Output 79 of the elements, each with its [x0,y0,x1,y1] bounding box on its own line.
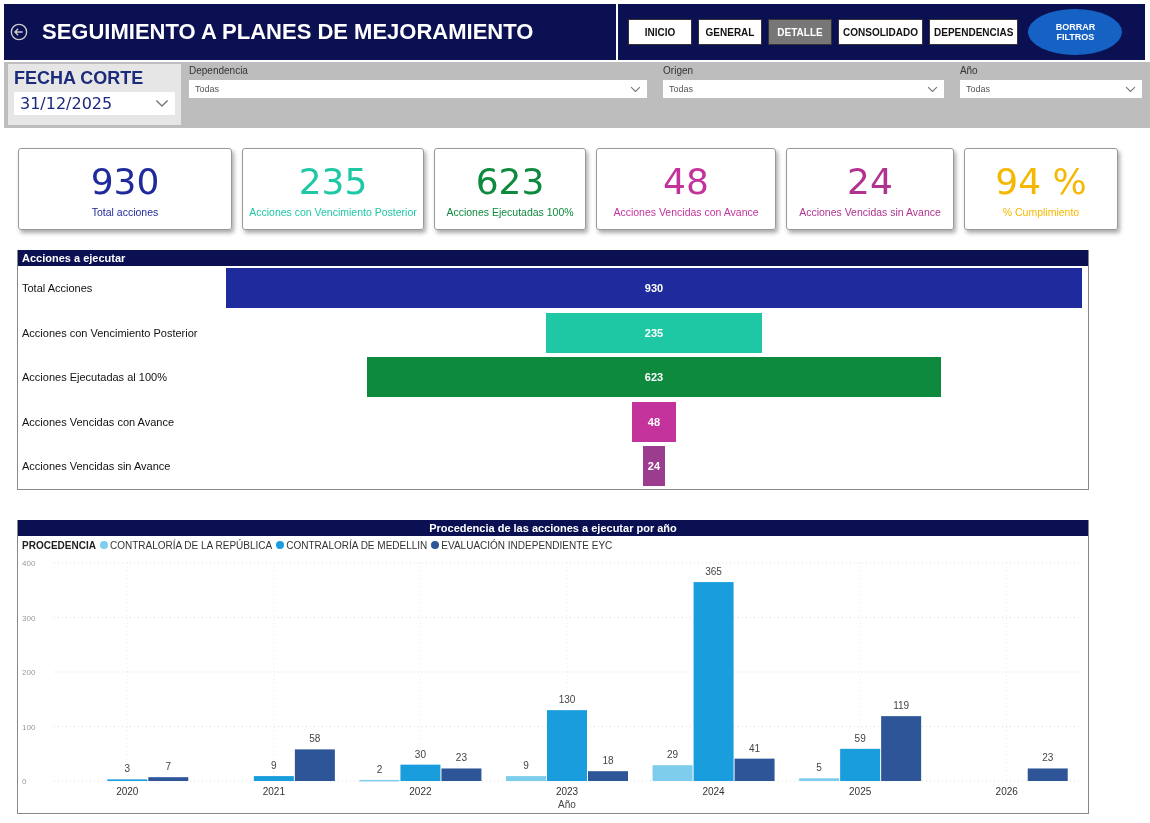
date-dropdown[interactable]: 31/12/2025 [14,92,175,115]
funnel-label: Total Acciones [21,282,94,295]
kpi-value: 930 [90,160,160,202]
clear-filters-button[interactable]: BORRAR FILTROS [1028,9,1123,55]
axis-title: Año [558,798,576,810]
axis-tick-label: 2025 [849,785,872,797]
axis-tick-label: 400 [22,558,36,568]
data-label: 18 [602,754,614,766]
kpi-label: Acciones Vencidas sin Avance [799,205,941,218]
axis-tick-label: 300 [22,613,36,622]
date-filter-label: FECHA CORTE [14,68,145,89]
funnel-label: Acciones con Vencimiento Posterior [21,326,199,339]
kpi-label: Acciones con Vencimiento Posterior [249,205,417,218]
data-label: 29 [667,748,679,760]
kpi-label: Acciones Vencidas con Avance [613,205,759,218]
filter-dropdown[interactable]: Todas [189,80,648,98]
kpi-label: % Cumplimiento [1002,205,1080,218]
filter-dropdown[interactable]: Todas [959,80,1142,98]
kpi-value: 94 % [995,160,1087,202]
axis-tick-label: 2020 [116,785,139,797]
data-label: 3 [124,762,131,774]
data-label: 119 [893,699,910,711]
nav-button[interactable]: DEPENDENCIAS [929,19,1019,45]
funnel-label: Acciones Vencidas con Avance [21,415,176,428]
data-label: 9 [523,759,529,771]
data-label: 2 [376,763,383,774]
axis-tick-label: 0 [22,776,27,786]
funnel-label: Acciones Ejecutadas al 100% [21,371,168,384]
nav-button[interactable]: GENERAL [698,19,762,45]
axis-tick-label: 2024 [702,785,725,797]
data-label: 9 [271,759,277,771]
funnel-bar: 235 [545,312,763,353]
axis-tick-label: 2023 [555,785,579,797]
nav-button[interactable]: INICIO [628,19,692,45]
kpi-label: Acciones Ejecutadas 100% [446,205,574,218]
legend-label: EVALUACIÓN INDEPENDIENTE EYC [441,539,613,551]
kpi-value: 623 [475,160,545,202]
data-label: 23 [1042,751,1054,763]
bar [441,767,482,781]
chevron-down-icon [155,99,169,108]
funnel-bar: 24 [642,446,666,487]
data-label: 7 [165,760,172,772]
data-label: 41 [749,742,761,754]
chevron-down-icon [1125,85,1136,93]
bar [1027,767,1068,781]
chevron-down-icon [630,85,642,93]
kpi-value: 235 [298,160,368,202]
legend-label: CONTRALORÍA DE LA REPÚBLICA [109,539,273,551]
axis-tick-label: 2021 [262,785,285,797]
filter-label: Año [959,65,979,76]
filter-label: Origen [663,65,695,76]
kpi-label: Total acciones [91,205,159,218]
data-label: 23 [455,751,467,763]
chevron-down-icon [926,85,938,93]
funnel-label: Acciones Vencidas sin Avance [21,460,172,473]
funnel-bar: 930 [226,268,1082,309]
nav-button[interactable]: CONSOLIDADO [838,19,923,45]
data-label: 5 [816,761,822,773]
axis-tick-label: 2026 [995,785,1018,797]
nav-button[interactable]: DETALLE [768,19,832,45]
legend-label: CONTRALORÍA DE MEDELLIN [286,539,428,551]
filter-label: Dependencia [189,65,249,76]
data-label: 58 [309,732,321,744]
kpi-value: 48 [663,160,709,202]
data-label: 365 [705,565,722,577]
data-label: 130 [558,693,576,705]
kpi-value: 24 [847,160,893,202]
dashboard-title: SEGUIMIENTO A PLANES DE MEJORAMIENTO [42,19,534,45]
axis-tick-label: 200 [22,667,36,677]
funnel-bar: 48 [631,401,677,442]
panel-title: Acciones a ejecutar [18,250,1088,266]
chart-title: Procedencia de las acciones a ejecutar por año [18,519,1088,536]
data-label: 59 [854,732,866,744]
filter-dropdown[interactable]: Todas [663,80,944,98]
funnel-bar: 623 [367,357,941,398]
data-label: 30 [414,748,426,760]
axis-tick-label: 100 [22,722,36,731]
axis-tick-label: 2022 [409,785,432,797]
legend-title: PROCEDENCIA [22,539,96,551]
